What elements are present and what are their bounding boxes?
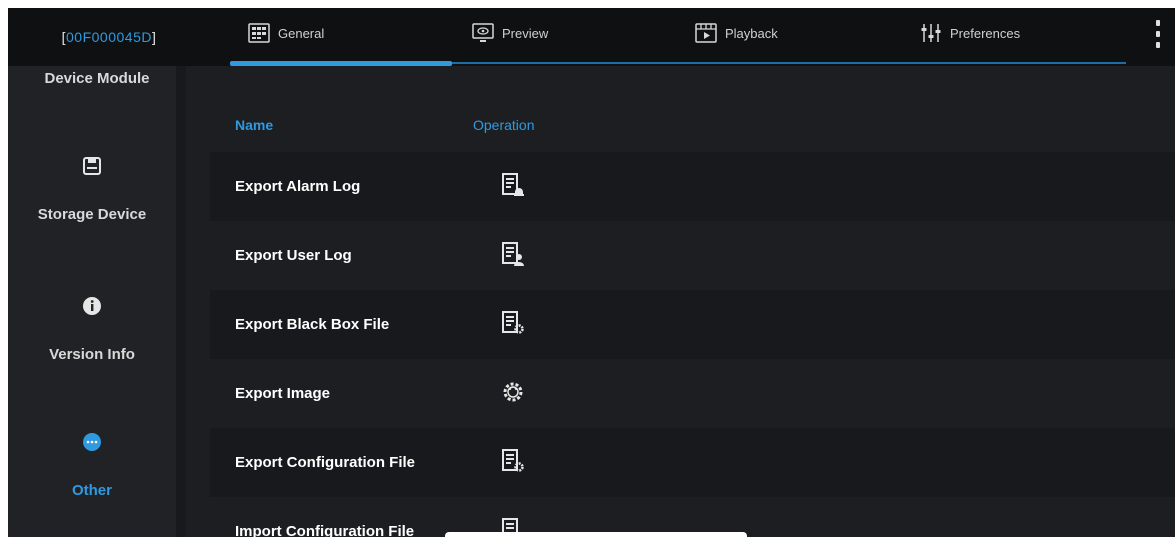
table-row: Export User Log [210,221,1175,290]
sidebar-item-storage-device[interactable]: Storage Device [8,156,176,223]
app-window: Device Module Storage Device Version Inf… [8,8,1175,537]
device-id-bracket-close: ] [151,29,157,45]
row-name: Import Configuration File [235,523,415,537]
table-header: Name Operation [210,88,1175,152]
info-icon [83,297,101,315]
row-name: Export Black Box File [235,316,390,333]
column-header-name: Name [235,117,274,133]
top-navigation: General Preview Playback Preferences [210,8,1175,66]
device-id-value: 00F000045D [66,29,152,45]
sidebar-item-other[interactable]: Other [8,432,176,499]
tab-label: General [278,25,325,41]
table-row: Export Configuration File [210,428,1175,497]
tab-label: Preferences [950,25,1021,41]
sidebar-item-label: Other [71,482,112,499]
sidebar: Device Module Storage Device Version Inf… [8,8,186,537]
tab-preview[interactable]: Preview [472,22,548,44]
table-row: Export Image [210,359,1175,428]
active-tab-indicator [230,61,452,66]
export-alarm-log-icon[interactable] [500,172,526,198]
more-options-icon[interactable] [1151,20,1165,48]
export-image-gear-icon[interactable] [500,379,526,405]
chat-bubble-icon [83,433,101,451]
preview-monitor-icon [472,23,494,42]
operations-table: Name Operation Export Alarm Log Export U… [210,88,1175,537]
bottom-overlay-bar [445,532,747,540]
row-name: Export Configuration File [235,454,415,471]
tab-preferences[interactable]: Preferences [920,22,1020,44]
column-header-operation: Operation [473,117,535,133]
sidebar-title: Device Module [44,70,150,87]
floppy-disk-icon [83,157,101,175]
row-name: Export Alarm Log [235,178,361,195]
sidebar-item-label: Storage Device [37,206,147,223]
tab-label: Preview [502,25,549,41]
tab-playback[interactable]: Playback [695,22,778,44]
row-name: Export User Log [235,247,352,264]
tab-general[interactable]: General [248,22,324,44]
table-row: Export Alarm Log [210,152,1175,221]
sidebar-edge [176,63,186,537]
table-row: Import Configuration File [210,497,1175,537]
row-name: Export Image [235,385,331,402]
sidebar-item-version-info[interactable]: Version Info [8,296,176,363]
export-user-log-icon[interactable] [500,241,526,267]
device-id-label: [ 00F000045D ] [8,8,210,66]
tab-label: Playback [725,25,778,41]
table-row: Export Black Box File [210,290,1175,359]
sidebar-item-label: Version Info [49,346,135,363]
general-grid-icon [248,23,270,43]
export-file-gear-icon[interactable] [500,310,526,336]
playback-film-icon [695,23,717,43]
preferences-sliders-icon [921,24,941,42]
export-config-gear-icon[interactable] [500,448,526,474]
